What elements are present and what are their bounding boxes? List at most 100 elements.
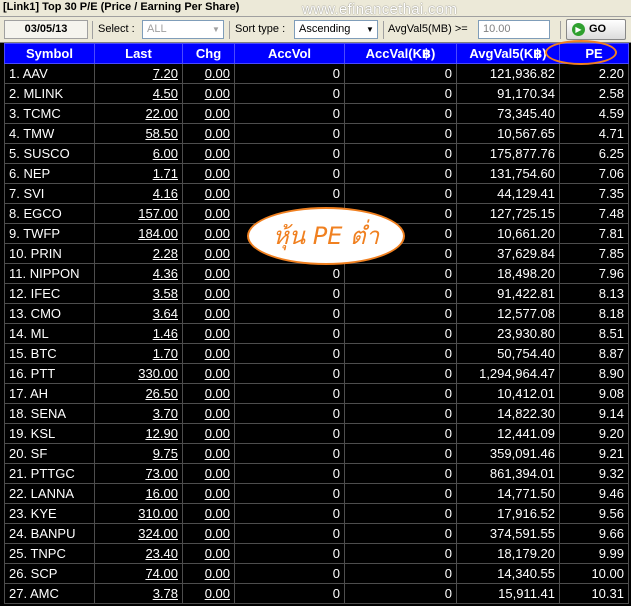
table-row[interactable]: 5. SUSCO 6.00 0.00 0 0 175,877.76 6.25 xyxy=(4,143,629,164)
table-row[interactable]: 18. SENA 3.70 0.00 0 0 14,822.30 9.14 xyxy=(4,403,629,424)
chg-cell[interactable]: 0.00 xyxy=(182,363,235,384)
last-cell[interactable]: 3.70 xyxy=(94,403,183,424)
symbol-cell[interactable]: 25. TNPC xyxy=(4,543,95,564)
last-cell[interactable]: 4.16 xyxy=(94,183,183,204)
chg-cell[interactable]: 0.00 xyxy=(182,503,235,524)
chg-cell[interactable]: 0.00 xyxy=(182,563,235,584)
last-cell[interactable]: 4.36 xyxy=(94,263,183,284)
last-cell[interactable]: 3.64 xyxy=(94,303,183,324)
symbol-cell[interactable]: 3. TCMC xyxy=(4,103,95,124)
table-row[interactable]: 12. IFEC 3.58 0.00 0 0 91,422.81 8.13 xyxy=(4,283,629,304)
table-row[interactable]: 14. ML 1.46 0.00 0 0 23,930.80 8.51 xyxy=(4,323,629,344)
symbol-cell[interactable]: 18. SENA xyxy=(4,403,95,424)
table-row[interactable]: 19. KSL 12.90 0.00 0 0 12,441.09 9.20 xyxy=(4,423,629,444)
column-header-avgval5[interactable]: AvgVal5(K฿) xyxy=(456,43,560,64)
table-row[interactable]: 1. AAV 7.20 0.00 0 0 121,936.82 2.20 xyxy=(4,63,629,84)
symbol-cell[interactable]: 10. PRIN xyxy=(4,243,95,264)
last-cell[interactable]: 330.00 xyxy=(94,363,183,384)
sort-type-dropdown[interactable]: Ascending ▼ xyxy=(294,20,378,39)
chg-cell[interactable]: 0.00 xyxy=(182,443,235,464)
last-cell[interactable]: 3.58 xyxy=(94,283,183,304)
last-cell[interactable]: 157.00 xyxy=(94,203,183,224)
chg-cell[interactable]: 0.00 xyxy=(182,343,235,364)
table-row[interactable]: 27. AMC 3.78 0.00 0 0 15,911.41 10.31 xyxy=(4,583,629,604)
chg-cell[interactable]: 0.00 xyxy=(182,123,235,144)
last-cell[interactable]: 4.50 xyxy=(94,83,183,104)
table-row[interactable]: 23. KYE 310.00 0.00 0 0 17,916.52 9.56 xyxy=(4,503,629,524)
chg-cell[interactable]: 0.00 xyxy=(182,263,235,284)
last-cell[interactable]: 1.46 xyxy=(94,323,183,344)
select-dropdown[interactable]: ALL ▼ xyxy=(142,20,224,39)
symbol-cell[interactable]: 2. MLINK xyxy=(4,83,95,104)
table-row[interactable]: 16. PTT 330.00 0.00 0 0 1,294,964.47 8.90 xyxy=(4,363,629,384)
chg-cell[interactable]: 0.00 xyxy=(182,143,235,164)
chg-cell[interactable]: 0.00 xyxy=(182,283,235,304)
chg-cell[interactable]: 0.00 xyxy=(182,583,235,604)
last-cell[interactable]: 2.28 xyxy=(94,243,183,264)
chg-cell[interactable]: 0.00 xyxy=(182,183,235,204)
symbol-cell[interactable]: 21. PTTGC xyxy=(4,463,95,484)
last-cell[interactable]: 1.71 xyxy=(94,163,183,184)
symbol-cell[interactable]: 20. SF xyxy=(4,443,95,464)
last-cell[interactable]: 26.50 xyxy=(94,383,183,404)
symbol-cell[interactable]: 22. LANNA xyxy=(4,483,95,504)
table-row[interactable]: 25. TNPC 23.40 0.00 0 0 18,179.20 9.99 xyxy=(4,543,629,564)
symbol-cell[interactable]: 11. NIPPON xyxy=(4,263,95,284)
chg-cell[interactable]: 0.00 xyxy=(182,383,235,404)
symbol-cell[interactable]: 19. KSL xyxy=(4,423,95,444)
chg-cell[interactable]: 0.00 xyxy=(182,303,235,324)
table-row[interactable]: 3. TCMC 22.00 0.00 0 0 73,345.40 4.59 xyxy=(4,103,629,124)
table-row[interactable]: 22. LANNA 16.00 0.00 0 0 14,771.50 9.46 xyxy=(4,483,629,504)
date-field[interactable]: 03/05/13 xyxy=(4,20,88,39)
last-cell[interactable]: 310.00 xyxy=(94,503,183,524)
table-row[interactable]: 13. CMO 3.64 0.00 0 0 12,577.08 8.18 xyxy=(4,303,629,324)
table-row[interactable]: 20. SF 9.75 0.00 0 0 359,091.46 9.21 xyxy=(4,443,629,464)
symbol-cell[interactable]: 13. CMO xyxy=(4,303,95,324)
column-header-accval[interactable]: AccVal(K฿) xyxy=(344,43,457,64)
last-cell[interactable]: 3.78 xyxy=(94,583,183,604)
last-cell[interactable]: 16.00 xyxy=(94,483,183,504)
chg-cell[interactable]: 0.00 xyxy=(182,483,235,504)
chg-cell[interactable]: 0.00 xyxy=(182,423,235,444)
chg-cell[interactable]: 0.00 xyxy=(182,523,235,544)
symbol-cell[interactable]: 14. ML xyxy=(4,323,95,344)
last-cell[interactable]: 73.00 xyxy=(94,463,183,484)
column-header-last[interactable]: Last xyxy=(94,43,183,64)
last-cell[interactable]: 58.50 xyxy=(94,123,183,144)
table-row[interactable]: 4. TMW 58.50 0.00 0 0 10,567.65 4.71 xyxy=(4,123,629,144)
avgval-input[interactable]: 10.00 xyxy=(478,20,550,39)
symbol-cell[interactable]: 9. TWFP xyxy=(4,223,95,244)
chg-cell[interactable]: 0.00 xyxy=(182,83,235,104)
symbol-cell[interactable]: 17. AH xyxy=(4,383,95,404)
chg-cell[interactable]: 0.00 xyxy=(182,163,235,184)
symbol-cell[interactable]: 26. SCP xyxy=(4,563,95,584)
chg-cell[interactable]: 0.00 xyxy=(182,323,235,344)
table-row[interactable]: 11. NIPPON 4.36 0.00 0 0 18,498.20 7.96 xyxy=(4,263,629,284)
symbol-cell[interactable]: 24. BANPU xyxy=(4,523,95,544)
chg-cell[interactable]: 0.00 xyxy=(182,243,235,264)
column-header-chg[interactable]: Chg xyxy=(182,43,235,64)
symbol-cell[interactable]: 16. PTT xyxy=(4,363,95,384)
chg-cell[interactable]: 0.00 xyxy=(182,403,235,424)
last-cell[interactable]: 1.70 xyxy=(94,343,183,364)
column-header-symbol[interactable]: Symbol xyxy=(4,43,95,64)
last-cell[interactable]: 9.75 xyxy=(94,443,183,464)
chg-cell[interactable]: 0.00 xyxy=(182,543,235,564)
column-header-pe[interactable]: PE xyxy=(559,43,629,64)
table-row[interactable]: 6. NEP 1.71 0.00 0 0 131,754.60 7.06 xyxy=(4,163,629,184)
symbol-cell[interactable]: 1. AAV xyxy=(4,63,95,84)
symbol-cell[interactable]: 8. EGCO xyxy=(4,203,95,224)
chg-cell[interactable]: 0.00 xyxy=(182,463,235,484)
symbol-cell[interactable]: 4. TMW xyxy=(4,123,95,144)
go-button[interactable]: ▶ GO xyxy=(566,19,626,40)
symbol-cell[interactable]: 27. AMC xyxy=(4,583,95,604)
symbol-cell[interactable]: 7. SVI xyxy=(4,183,95,204)
last-cell[interactable]: 23.40 xyxy=(94,543,183,564)
symbol-cell[interactable]: 5. SUSCO xyxy=(4,143,95,164)
table-row[interactable]: 7. SVI 4.16 0.00 0 0 44,129.41 7.35 xyxy=(4,183,629,204)
table-row[interactable]: 15. BTC 1.70 0.00 0 0 50,754.40 8.87 xyxy=(4,343,629,364)
chg-cell[interactable]: 0.00 xyxy=(182,103,235,124)
symbol-cell[interactable]: 23. KYE xyxy=(4,503,95,524)
chg-cell[interactable]: 0.00 xyxy=(182,63,235,84)
symbol-cell[interactable]: 15. BTC xyxy=(4,343,95,364)
